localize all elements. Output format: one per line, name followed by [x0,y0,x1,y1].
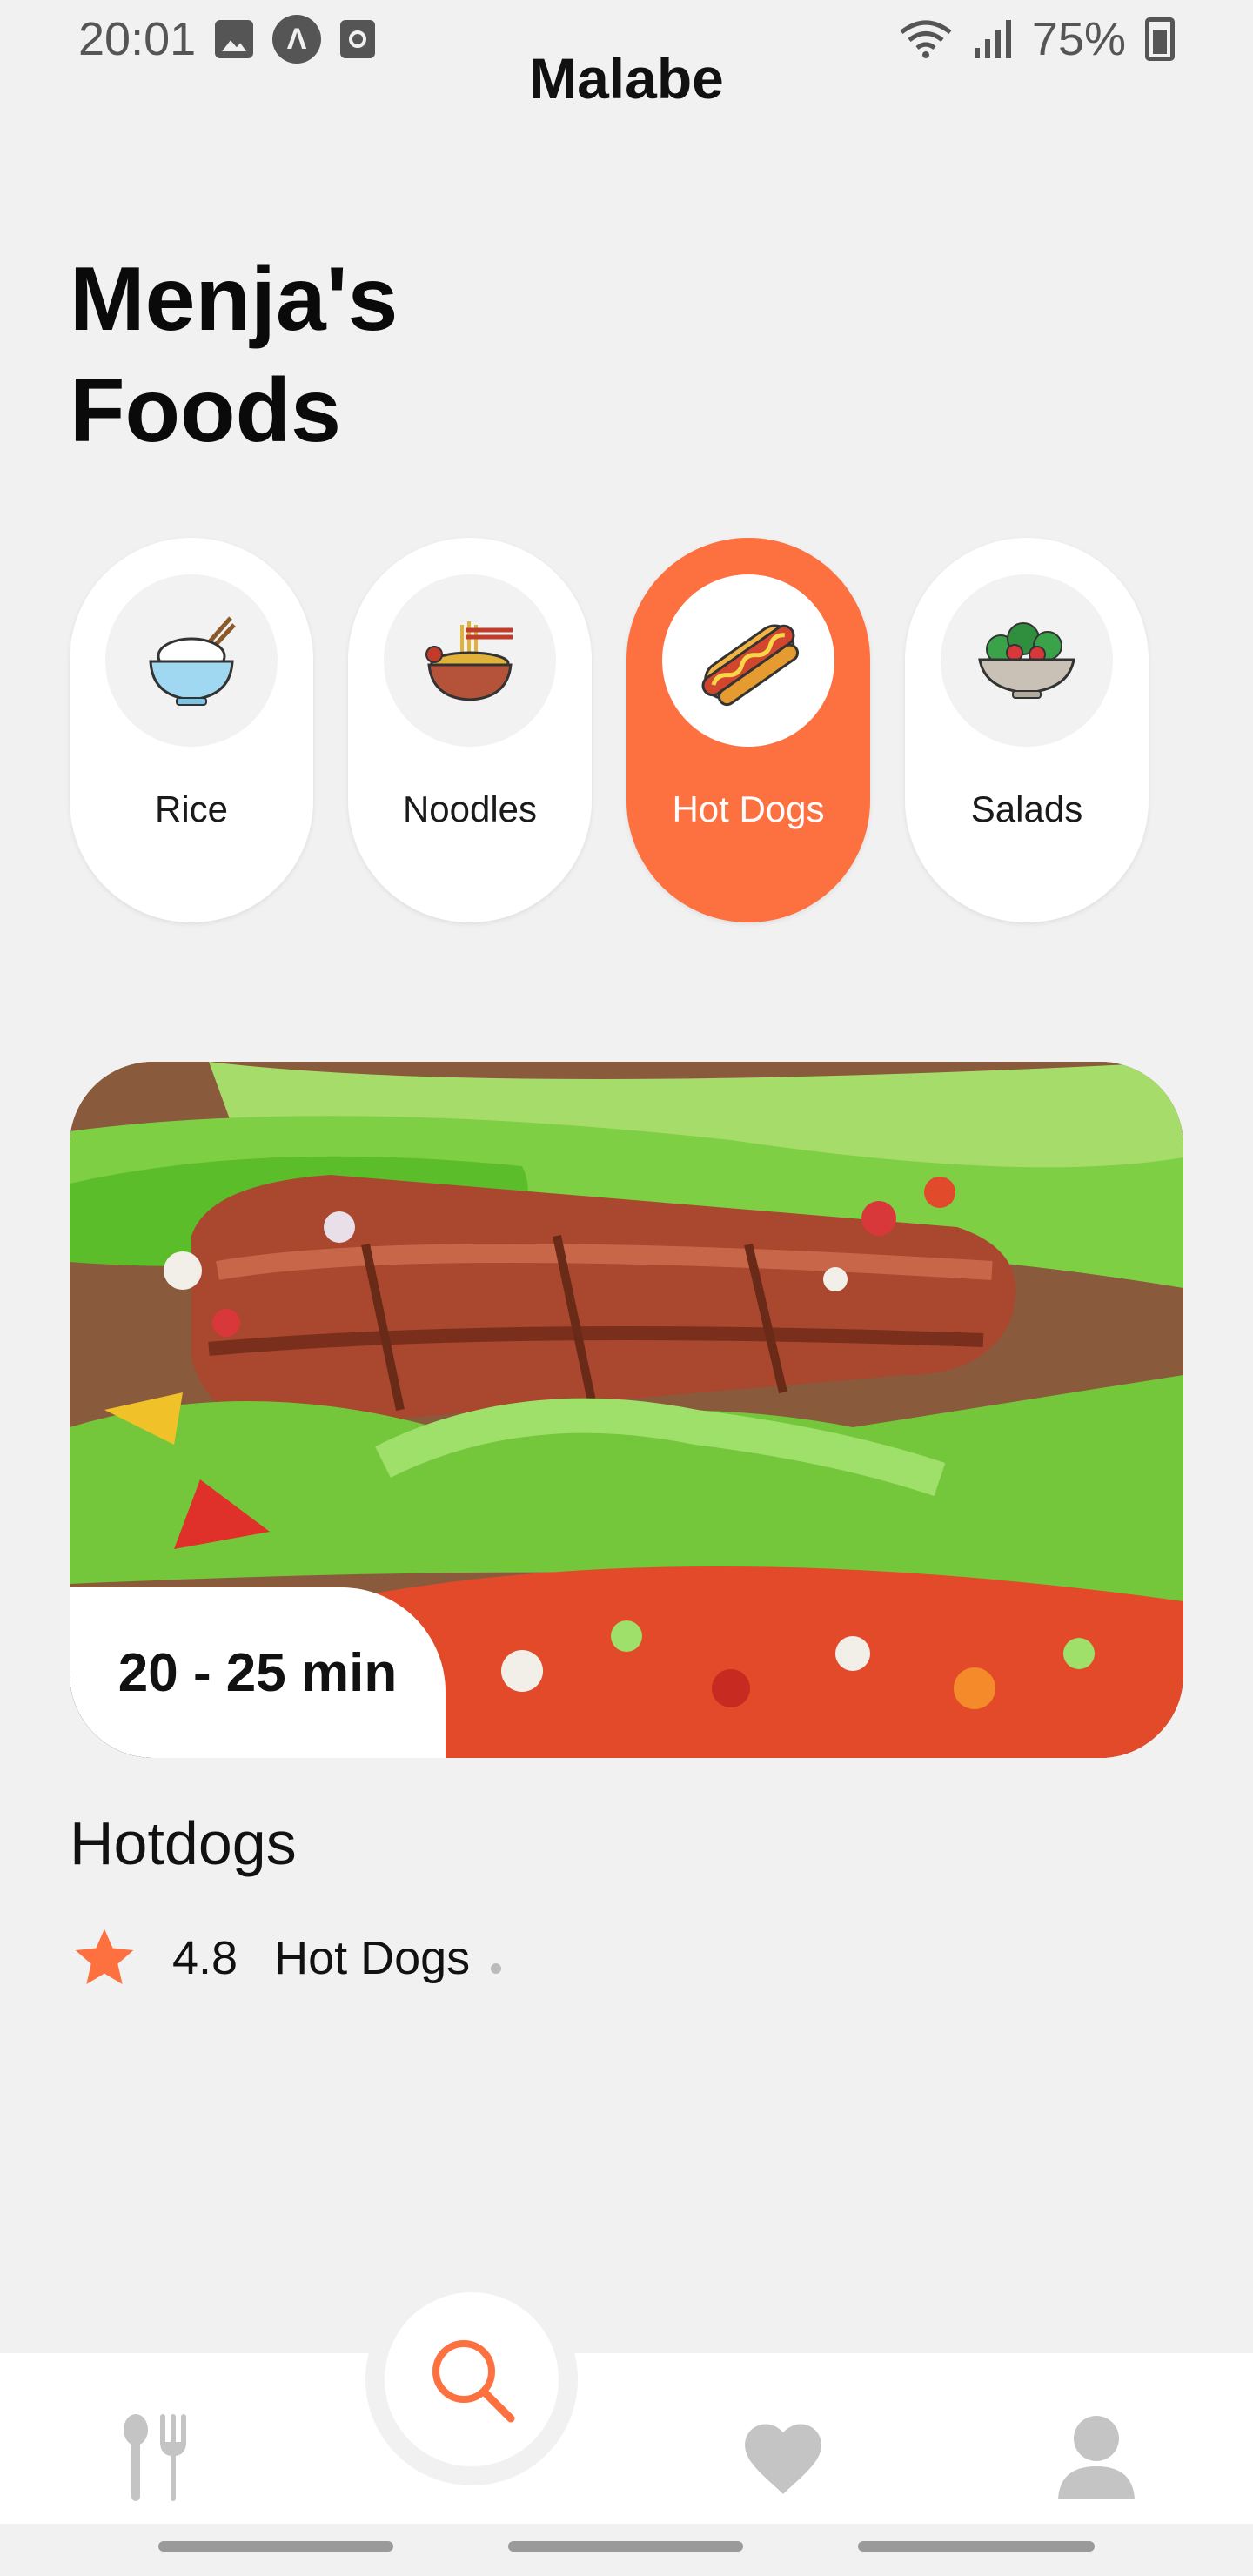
nav-food[interactable] [104,2405,209,2510]
hot-dog-icon [701,624,800,707]
separator-dot [491,1963,502,1974]
system-home-handle[interactable] [508,2541,743,2552]
food-card[interactable]: 20 - 25 min [70,1062,1183,1758]
food-title: Hotdogs [70,1809,297,1877]
category-icon-wrap [105,574,278,747]
system-back-handle[interactable] [158,2541,393,2552]
rating-row: 4.8 Hot Dogs [70,1919,502,1997]
favorites-icon [745,2424,821,2494]
system-recents-handle[interactable] [858,2541,1095,2552]
page-heading: Menja's Foods [70,244,679,466]
nav-favorites[interactable] [731,2405,835,2510]
nav-profile[interactable] [1044,2405,1149,2510]
salad-icon [978,622,1075,699]
rating-value: 4.8 [172,1932,238,1984]
heading-line-1: Menja's [70,249,399,350]
category-rice[interactable]: Rice [70,538,313,922]
category-noodles[interactable]: Noodles [348,538,592,922]
category-salads[interactable]: Salads [905,538,1149,922]
category-icon-wrap [941,574,1113,747]
rice-bowl-icon [149,616,236,706]
food-icon [124,2414,186,2501]
app-title: Malabe [529,46,724,111]
category-label: Noodles [402,788,538,829]
food-category: Hot Dogs [274,1932,471,1984]
prep-time-badge: 20 - 25 min [70,1587,446,1758]
category-hot-dogs[interactable]: Hot Dogs [626,538,870,922]
search-fab-notch [365,2273,578,2485]
category-list: Rice Noodles Hot Dogs Salads [70,538,1149,922]
heading-line-2: Foods [70,360,341,461]
search-icon [432,2340,515,2423]
category-icon-wrap [662,574,834,747]
category-label: Hot Dogs [672,788,825,829]
search-button[interactable] [385,2292,559,2466]
category-icon-wrap [384,574,556,747]
noodles-icon [425,621,513,701]
category-label: Rice [154,788,229,829]
category-label: Salads [970,788,1083,829]
star-icon [75,1929,134,1984]
profile-icon [1058,2416,1135,2499]
app-screen: 20:01 Λ 75% Malabe Menja's Foods Rice No… [0,0,1253,2576]
